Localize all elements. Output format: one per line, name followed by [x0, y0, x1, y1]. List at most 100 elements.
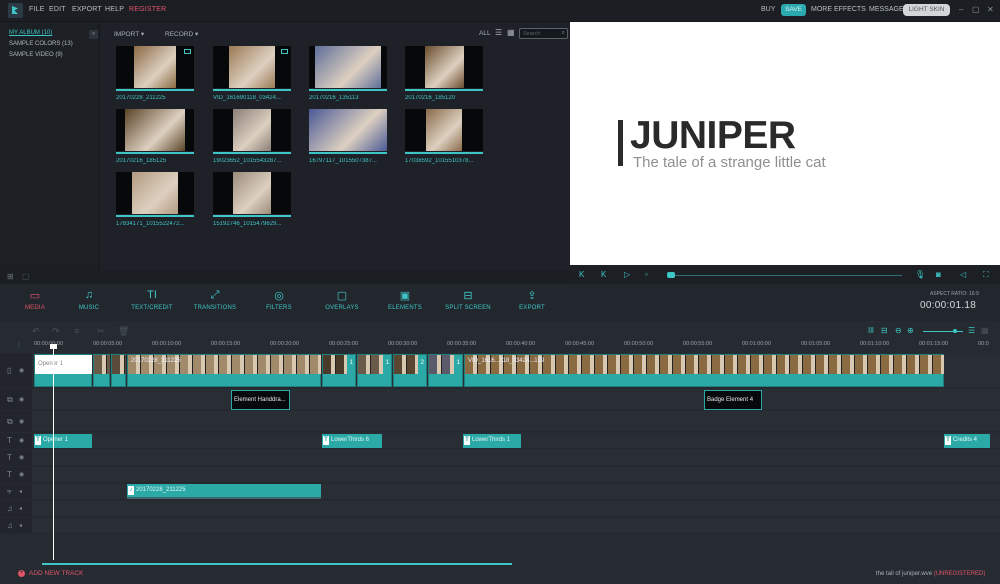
visibility-icon[interactable]: ◉ [19, 454, 24, 461]
fullscreen-icon[interactable]: ⛶ [983, 270, 989, 280]
skip-forward-icon[interactable]: K [601, 270, 606, 279]
music-track-1[interactable] [32, 501, 1000, 517]
visibility-icon[interactable]: ◉ [19, 437, 24, 444]
grid-view-icon[interactable]: ▦ [507, 28, 515, 37]
tab-export[interactable]: ⇪ EXPORT [497, 289, 567, 311]
audio-mixer-icon[interactable]: Ill [868, 326, 874, 335]
tab-overlays[interactable]: ▢ OVERLAYS [307, 289, 377, 311]
media-thumbnail[interactable]: 20170228_211225 [116, 46, 194, 104]
media-thumbnail[interactable]: 17038592_1015510378... [405, 109, 483, 167]
opener-clip[interactable]: Opener 1 [34, 354, 92, 387]
message-link[interactable]: MESSAGE [869, 6, 904, 13]
library-item-my-album[interactable]: MY ALBUM (10) [9, 30, 52, 36]
buy-link[interactable]: BUY [761, 6, 775, 13]
visibility-icon[interactable]: ◉ [19, 418, 24, 425]
filter-all[interactable]: ALL [479, 30, 491, 37]
video-clip[interactable]: VID_1616...118_03424...199 [464, 354, 944, 387]
microphone-icon[interactable]: 🎙 [915, 270, 925, 279]
visibility-icon[interactable]: ◉ [19, 471, 24, 478]
tab-text-credit[interactable]: TI TEXT/CREDIT [117, 289, 187, 311]
video-clip[interactable] [93, 354, 110, 387]
element-clip-badge[interactable]: Badge Element 4 [704, 390, 762, 410]
volume-icon[interactable]: ◁ [960, 270, 966, 279]
media-thumbnail[interactable]: 20170216_135113 [309, 46, 387, 104]
tab-filters[interactable]: ◎ FILTERS [244, 289, 314, 311]
video-clip[interactable]: 1 [428, 354, 463, 387]
tab-music[interactable]: ♫ MUSIC [54, 289, 124, 311]
more-effects-link[interactable]: MORE EFFECTS [811, 6, 866, 13]
tab-transitions[interactable]: ⤢ TRANSITIONS [180, 289, 250, 311]
text-track-2[interactable] [32, 450, 1000, 466]
cut-icon[interactable]: ✂ [97, 326, 105, 337]
video-clip[interactable]: 2 [393, 354, 427, 387]
settings-icon[interactable]: ≡ [74, 326, 79, 336]
media-thumbnail[interactable]: VID_161690118_03424... [213, 46, 291, 104]
video-clip[interactable]: 20170228_211225 [127, 354, 321, 387]
zoom-slider[interactable] [923, 331, 963, 332]
mute-icon[interactable]: ◂ [19, 505, 22, 512]
media-thumbnail[interactable]: 19023652_1015543287... [213, 109, 291, 167]
element-clip-handdrawn[interactable]: Element Handdra... [231, 390, 290, 410]
skip-back-icon[interactable]: K [579, 270, 584, 279]
text-track-3[interactable] [32, 467, 1000, 483]
collapse-icon[interactable]: « [89, 30, 98, 39]
stop-icon[interactable]: ▫ [645, 270, 648, 279]
overlay-track-2[interactable] [32, 411, 1000, 432]
mute-icon[interactable]: ◂ [19, 488, 22, 495]
audio-clip[interactable]: ♪ 20170228_211225 [127, 484, 321, 499]
time-ruler[interactable]: 00:00:00:00 00:00:05:00 00:00:10:00 00:00:1… [0, 341, 1000, 353]
fit-timeline-icon[interactable]: ⊟ [881, 326, 888, 335]
playhead[interactable] [53, 346, 54, 560]
visibility-icon[interactable]: ◉ [19, 396, 24, 403]
tab-elements[interactable]: ▣ ELEMENTS [370, 289, 440, 311]
library-item-sample-video[interactable]: SAMPLE VIDEO (9) [9, 52, 63, 58]
media-thumbnail[interactable]: 15192746_1015479629... [213, 172, 291, 230]
media-thumbnail[interactable]: 17834171_1015522472... [116, 172, 194, 230]
video-clip[interactable]: 1 [322, 354, 356, 387]
text-clip-opener[interactable]: T Opener 1 [34, 434, 92, 448]
timeline-scrollbar[interactable] [42, 563, 512, 565]
zoom-out-icon[interactable]: ⊖ [895, 326, 902, 335]
track-list-icon[interactable]: ☰ [968, 326, 975, 335]
snapshot-icon[interactable]: ◙ [936, 270, 941, 279]
minimize-icon[interactable]: – [959, 5, 963, 14]
mute-icon[interactable]: ◂ [19, 522, 22, 529]
close-icon[interactable]: ✕ [987, 5, 994, 14]
light-skin-button[interactable]: LIGHT SKIN [903, 4, 950, 16]
overlay-track-1[interactable] [32, 389, 1000, 410]
save-button[interactable]: SAVE [781, 4, 806, 16]
grid-icon[interactable]: ▦ [981, 326, 989, 335]
video-clip[interactable] [111, 354, 126, 387]
music-track-2[interactable] [32, 518, 1000, 534]
playback-slider[interactable] [667, 275, 902, 276]
add-new-track-button[interactable]: + ADD NEW TRACK [18, 570, 83, 577]
undo-icon[interactable]: ↶ [32, 326, 40, 337]
redo-icon[interactable]: ↷ [52, 326, 60, 337]
new-folder-icon[interactable]: ⊞ [7, 272, 14, 281]
menu-file[interactable]: FILE [29, 6, 45, 13]
text-clip-credits-4[interactable]: T Credits 4 [944, 434, 990, 448]
tab-split-screen[interactable]: ⊟ SPLIT SCREEN [433, 289, 503, 311]
record-dropdown[interactable]: RECORD ▾ [165, 30, 198, 38]
video-clip[interactable]: 1 [357, 354, 392, 387]
menu-edit[interactable]: EDIT [49, 6, 66, 13]
zoom-in-icon[interactable]: ⊕ [907, 326, 914, 335]
zoom-slider-handle[interactable] [953, 329, 957, 333]
play-icon[interactable]: ▷ [624, 270, 630, 279]
text-clip-lowerthirds-1[interactable]: T LowerThirds 1 [463, 434, 521, 448]
delete-icon[interactable]: 🗑 [118, 326, 129, 337]
delete-folder-icon[interactable]: ▢ [22, 272, 30, 281]
playback-handle[interactable] [667, 272, 676, 278]
menu-export[interactable]: EXPORT [72, 6, 102, 13]
maximize-icon[interactable]: ▢ [972, 5, 980, 14]
text-clip-lowerthirds-6[interactable]: T LowerThirds 6 [322, 434, 382, 448]
library-item-sample-colors[interactable]: SAMPLE COLORS (13) [9, 41, 73, 47]
media-thumbnail[interactable]: 16797117_1015507387... [309, 109, 387, 167]
menu-help[interactable]: HELP [105, 6, 124, 13]
search-input[interactable]: Search ⌕ [519, 28, 568, 39]
media-thumbnail[interactable]: 20170216_185125 [116, 109, 194, 167]
list-view-icon[interactable]: ☰ [495, 28, 502, 37]
import-dropdown[interactable]: IMPORT ▾ [114, 30, 144, 38]
media-thumbnail[interactable]: 20170216_185120 [405, 46, 483, 104]
menu-register[interactable]: REGISTER [129, 6, 166, 13]
